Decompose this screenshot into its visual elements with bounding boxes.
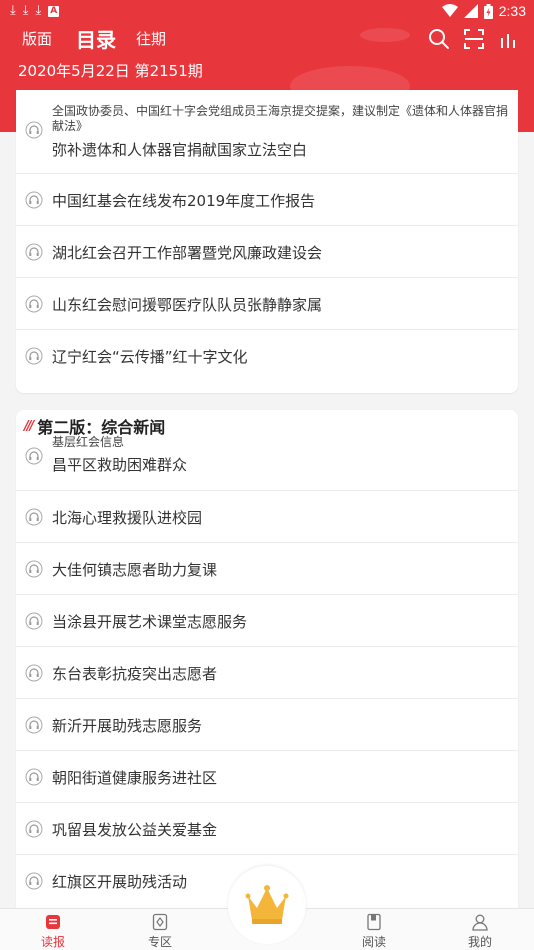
item-title[interactable]: 当涂县开展艺术课堂志愿服务 bbox=[52, 611, 247, 632]
headphones-icon[interactable] bbox=[25, 560, 43, 578]
issue-date: 2020年5月22日 第2151期 bbox=[18, 62, 203, 80]
headphones-icon[interactable] bbox=[25, 508, 43, 526]
headphones-icon[interactable] bbox=[25, 121, 43, 139]
crown-button[interactable] bbox=[228, 866, 306, 944]
bottom-nav-label: 读报 bbox=[40, 935, 65, 949]
item-title[interactable]: 弥补遗体和人体器官捐献国家立法空白 bbox=[52, 139, 307, 160]
headphones-icon[interactable] bbox=[25, 347, 43, 365]
list-item[interactable]: 基层红会信息 昌平区救助困难群众 bbox=[16, 432, 518, 491]
list-item[interactable]: 中国红基会在线发布2019年度工作报告 bbox=[16, 174, 518, 226]
item-subtitle: 全国政协委员、中国红十字会党组成员王海京提交提案，建议制定《遗体和人体器官捐献法… bbox=[52, 104, 509, 133]
item-title[interactable]: 昌平区救助困难群众 bbox=[52, 454, 187, 475]
headphones-icon[interactable] bbox=[25, 664, 43, 682]
bottom-nav-zone[interactable]: 专区 bbox=[130, 913, 190, 950]
headphones-icon[interactable] bbox=[25, 820, 43, 838]
download-icon: ⤓ bbox=[35, 3, 42, 18]
list-item[interactable]: 辽宁红会“云传播”红十字文化 bbox=[16, 330, 518, 382]
item-title[interactable]: 湖北红会召开工作部署暨党风廉政建设会 bbox=[52, 242, 322, 263]
bottom-nav-reading[interactable]: 阅读 bbox=[344, 913, 404, 950]
chart-icon[interactable] bbox=[498, 28, 520, 50]
download-icon: ⤓ bbox=[22, 3, 29, 18]
bottom-nav-label: 我的 bbox=[467, 935, 492, 949]
item-title[interactable]: 红旗区开展助残活动 bbox=[52, 871, 187, 892]
item-title[interactable]: 中国红基会在线发布2019年度工作报告 bbox=[52, 190, 315, 211]
download-icon: ⤓ bbox=[10, 3, 16, 18]
item-title[interactable]: 山东红会慰问援鄂医疗队队员张静静家属 bbox=[52, 294, 322, 315]
status-bar: ⤓ ⤓ ⤓ A 2:33 bbox=[0, 0, 534, 24]
section-card-2: /// 第二版：综合新闻 基层红会信息 昌平区救助困难群众 北海心理救援队进校园… bbox=[16, 410, 518, 910]
scan-icon[interactable] bbox=[463, 28, 485, 50]
battery-icon bbox=[483, 3, 493, 19]
headphones-icon[interactable] bbox=[25, 612, 43, 630]
list-item[interactable]: 巩留县发放公益关爱基金 bbox=[16, 803, 518, 855]
user-icon bbox=[472, 914, 488, 931]
headphones-icon[interactable] bbox=[25, 768, 43, 786]
zone-icon bbox=[152, 913, 168, 931]
list-item[interactable]: 全国政协委员、中国红十字会党组成员王海京提交提案，建议制定《遗体和人体器官捐献法… bbox=[16, 90, 518, 174]
list-item[interactable]: 东台表彰抗疫突出志愿者 bbox=[16, 647, 518, 699]
item-title[interactable]: 北海心理救援队进校园 bbox=[52, 507, 202, 528]
list-item[interactable]: 当涂县开展艺术课堂志愿服务 bbox=[16, 595, 518, 647]
bottom-nav-label: 阅读 bbox=[361, 935, 386, 949]
nav-tabs: 版面 目录 往期 bbox=[0, 24, 534, 54]
tab-layout[interactable]: 版面 bbox=[22, 28, 52, 49]
list-item[interactable]: 新沂开展助残志愿服务 bbox=[16, 699, 518, 751]
notification-a-icon: A bbox=[48, 5, 60, 17]
headphones-icon[interactable] bbox=[25, 243, 43, 261]
tab-contents[interactable]: 目录 bbox=[76, 24, 116, 53]
headphones-icon[interactable] bbox=[25, 872, 43, 890]
crown-icon bbox=[245, 885, 289, 924]
headphones-icon[interactable] bbox=[25, 716, 43, 734]
item-subtitle: 基层红会信息 bbox=[52, 435, 125, 449]
signal-icon bbox=[463, 4, 478, 18]
headphones-icon[interactable] bbox=[25, 191, 43, 209]
bottom-nav-me[interactable]: 我的 bbox=[450, 913, 510, 950]
item-title[interactable]: 朝阳街道健康服务进社区 bbox=[52, 767, 217, 788]
item-title[interactable]: 东台表彰抗疫突出志愿者 bbox=[52, 663, 217, 684]
list-item[interactable]: 朝阳街道健康服务进社区 bbox=[16, 751, 518, 803]
newspaper-icon bbox=[46, 915, 60, 929]
section-card-1: 全国政协委员、中国红十字会党组成员王海京提交提案，建议制定《遗体和人体器官捐献法… bbox=[16, 90, 518, 393]
item-title[interactable]: 辽宁红会“云传播”红十字文化 bbox=[52, 346, 248, 367]
bottom-nav-label: 专区 bbox=[147, 935, 172, 949]
list-item[interactable]: 山东红会慰问援鄂医疗队队员张静静家属 bbox=[16, 278, 518, 330]
item-title[interactable]: 新沂开展助残志愿服务 bbox=[52, 715, 202, 736]
list-item[interactable]: 湖北红会召开工作部署暨党风廉政建设会 bbox=[16, 226, 518, 278]
item-title[interactable]: 大佳何镇志愿者助力复课 bbox=[52, 559, 217, 580]
book-icon bbox=[367, 913, 381, 931]
item-title[interactable]: 巩留县发放公益关爱基金 bbox=[52, 819, 217, 840]
headphones-icon[interactable] bbox=[25, 295, 43, 313]
search-icon[interactable] bbox=[428, 28, 450, 50]
list-item[interactable]: 大佳何镇志愿者助力复课 bbox=[16, 543, 518, 595]
status-time: 2:33 bbox=[498, 3, 526, 19]
list-item[interactable]: 北海心理救援队进校园 bbox=[16, 491, 518, 543]
wifi-icon bbox=[441, 4, 458, 17]
tab-past-issues[interactable]: 往期 bbox=[136, 28, 166, 49]
bottom-nav-read-paper[interactable]: 读报 bbox=[23, 913, 83, 950]
headphones-icon[interactable] bbox=[25, 447, 43, 465]
